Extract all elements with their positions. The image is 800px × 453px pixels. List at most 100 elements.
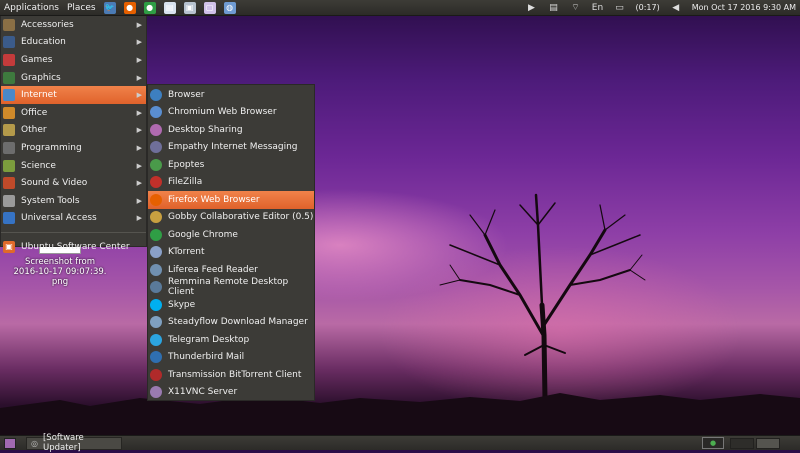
menu-item-sound-video[interactable]: Sound & Video ▶	[1, 174, 146, 192]
submenu-item-telegram-desktop[interactable]: Telegram Desktop	[148, 331, 314, 349]
document-icon[interactable]: ▤	[163, 1, 176, 14]
system-tray: ▶ ▤ ⌔ En ▭ (0:17) ◀ Mon Oct 17 2016 9:30…	[525, 0, 796, 15]
submenu-item-filezilla[interactable]: FileZilla	[148, 174, 314, 192]
submenu-item-x11vnc-server[interactable]: X11VNC Server	[148, 384, 314, 402]
submenu-arrow-icon: ▶	[136, 108, 142, 117]
menu-item-education[interactable]: Education ▶	[1, 34, 146, 52]
submenu-item-label: X11VNC Server	[168, 387, 238, 398]
network-icon[interactable]: ⌔	[569, 3, 581, 13]
workspace-switcher[interactable]	[730, 438, 780, 449]
telegram-icon	[150, 333, 162, 346]
google-chrome-icon	[150, 228, 162, 241]
submenu-item-label: Thunderbird Mail	[168, 352, 245, 363]
submenu-item-gobby-collaborative-editor-0-5[interactable]: Gobby Collaborative Editor (0.5)	[148, 209, 314, 227]
office-icon	[3, 106, 15, 119]
submenu-item-label: Desktop Sharing	[168, 124, 243, 135]
menu-item-label: System Tools	[21, 195, 80, 206]
chromium-icon	[150, 106, 162, 119]
menu-item-label: Graphics	[21, 72, 61, 83]
volume-icon[interactable]: ◀	[670, 3, 682, 13]
menu-item-office[interactable]: Office ▶	[1, 104, 146, 122]
keyboard-layout-icon[interactable]: En	[591, 3, 603, 13]
taskbar-software-updater[interactable]: ◎ [Software Updater]	[26, 433, 122, 453]
submenu-arrow-icon: ▶	[136, 161, 142, 170]
places-menu[interactable]: Places	[63, 3, 100, 13]
submenu-item-liferea-feed-reader[interactable]: Liferea Feed Reader	[148, 261, 314, 279]
submenu-item-ktorrent[interactable]: KTorrent	[148, 244, 314, 262]
menu-item-ubuntu-software-center[interactable]: ▣ Ubuntu Software Center	[1, 238, 146, 256]
menu-item-graphics[interactable]: Graphics ▶	[1, 69, 146, 87]
x11vnc-icon	[150, 386, 162, 399]
sound-video-icon	[3, 177, 15, 190]
submenu-item-skype[interactable]: Skype	[148, 296, 314, 314]
submenu-arrow-icon: ▶	[136, 38, 142, 47]
submenu-item-label: Remmina Remote Desktop Client	[168, 277, 289, 298]
submenu-item-google-chrome[interactable]: Google Chrome	[148, 226, 314, 244]
submenu-item-firefox-web-browser[interactable]: Firefox Web Browser	[148, 191, 314, 209]
submenu-arrow-icon: ▶	[136, 91, 142, 100]
ktorrent-icon	[150, 246, 162, 259]
workspace-2[interactable]	[756, 438, 780, 449]
globe-icon[interactable]: ◍	[223, 1, 236, 14]
show-desktop-icon[interactable]	[4, 438, 16, 449]
battery-icon[interactable]: ▭	[613, 3, 625, 13]
submenu-item-chromium-web-browser[interactable]: Chromium Web Browser	[148, 104, 314, 122]
tree-silhouette	[439, 193, 646, 400]
menu-item-label: Other	[21, 125, 47, 136]
education-icon	[3, 36, 15, 49]
chrome-icon[interactable]: ●	[143, 1, 156, 14]
submenu-arrow-icon: ▶	[136, 179, 142, 188]
menu-item-system-tools[interactable]: System Tools ▶	[1, 192, 146, 210]
submenu-item-epoptes[interactable]: Epoptes	[148, 156, 314, 174]
steadyflow-icon	[150, 316, 162, 329]
submenu-item-steadyflow-download-manager[interactable]: Steadyflow Download Manager	[148, 314, 314, 332]
menu-item-accessories[interactable]: Accessories ▶	[1, 16, 146, 34]
submenu-item-thunderbird-mail[interactable]: Thunderbird Mail	[148, 349, 314, 367]
menu-item-internet[interactable]: Internet ▶	[1, 86, 146, 104]
screen-record-icon[interactable]: ▶	[525, 3, 537, 13]
menu-item-label: Internet	[21, 90, 57, 101]
menu-item-label: Education	[21, 37, 66, 48]
monitor-icon[interactable]: ▢	[203, 1, 216, 14]
other-icon	[3, 124, 15, 137]
submenu-arrow-icon: ▶	[136, 126, 142, 135]
updater-icon: ◎	[31, 438, 38, 448]
thunderbird-icon	[150, 351, 162, 364]
submenu-arrow-icon: ▶	[136, 196, 142, 205]
browser-icon	[150, 88, 162, 101]
clock[interactable]: Mon Oct 17 2016 9:30 AM	[692, 3, 796, 12]
menu-item-label: Office	[21, 107, 48, 118]
submenu-item-transmission-bittorrent-client[interactable]: Transmission BitTorrent Client	[148, 366, 314, 384]
liferea-icon	[150, 263, 162, 276]
menu-item-other[interactable]: Other ▶	[1, 122, 146, 140]
applications-dropdown: Accessories ▶ Education ▶ Games ▶ Graphics ▶ Int…	[0, 15, 147, 253]
menu-item-science[interactable]: Science ▶	[1, 157, 146, 175]
empathy-icon	[150, 141, 162, 154]
gobby-icon	[150, 211, 162, 224]
menu-item-label: Ubuntu Software Center	[21, 241, 130, 252]
internet-submenu: Browser Chromium Web Browser Desktop Shari…	[147, 84, 315, 401]
desktop-sharing-icon	[150, 123, 162, 136]
clipboard-icon[interactable]: ▤	[547, 3, 559, 13]
workspace-1[interactable]	[730, 438, 754, 449]
submenu-item-label: Skype	[168, 299, 196, 310]
submenu-item-empathy-internet-messaging[interactable]: Empathy Internet Messaging	[148, 139, 314, 157]
menu-item-programming[interactable]: Programming ▶	[1, 139, 146, 157]
menu-item-label: Programming	[21, 142, 82, 153]
submenu-item-browser[interactable]: Browser	[148, 86, 314, 104]
pidgin-icon[interactable]: 🐦	[103, 1, 116, 14]
submenu-item-desktop-sharing[interactable]: Desktop Sharing	[148, 121, 314, 139]
applications-menu[interactable]: Applications	[0, 3, 63, 13]
submenu-arrow-icon: ▶	[136, 20, 142, 29]
submenu-item-label: FileZilla	[168, 177, 203, 188]
menu-item-universal-access[interactable]: Universal Access ▶	[1, 210, 146, 228]
submenu-item-label: Empathy Internet Messaging	[168, 142, 298, 153]
file-label-line3: png	[51, 277, 69, 287]
firefox-icon[interactable]: ●	[123, 1, 136, 14]
submenu-item-label: Browser	[168, 89, 205, 100]
submenu-item-remmina-remote-desktop-client[interactable]: Remmina Remote Desktop Client	[148, 277, 314, 298]
chrome-tray-icon[interactable]: ●	[702, 437, 724, 449]
games-icon	[3, 53, 15, 66]
image-viewer-icon[interactable]: ▣	[183, 1, 196, 14]
menu-item-games[interactable]: Games ▶	[1, 51, 146, 69]
